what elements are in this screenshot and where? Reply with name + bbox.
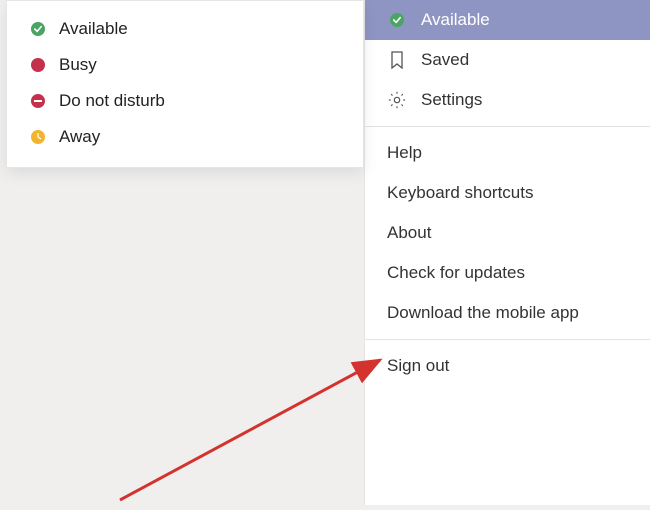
menu-label: Check for updates [387, 263, 525, 283]
menu-label: About [387, 223, 431, 243]
available-icon [387, 10, 407, 30]
presence-status-menu: Available Busy Do not disturb Away [6, 0, 364, 168]
busy-icon [31, 58, 45, 72]
status-option-label: Busy [59, 55, 97, 75]
status-option-dnd[interactable]: Do not disturb [7, 83, 363, 119]
menu-label: Saved [421, 50, 469, 70]
menu-status[interactable]: Available [365, 0, 650, 40]
menu-label: Keyboard shortcuts [387, 183, 533, 203]
menu-about[interactable]: About [365, 213, 650, 253]
menu-label: Settings [421, 90, 482, 110]
away-icon [31, 130, 45, 144]
status-option-available[interactable]: Available [7, 11, 363, 47]
menu-download-mobile[interactable]: Download the mobile app [365, 293, 650, 333]
profile-menu: Available Saved Settings Help Keyboard s… [364, 0, 650, 505]
menu-label: Download the mobile app [387, 303, 579, 323]
status-option-label: Available [59, 19, 128, 39]
dnd-icon [31, 94, 45, 108]
gear-icon [387, 90, 407, 110]
bookmark-icon [387, 50, 407, 70]
menu-check-updates[interactable]: Check for updates [365, 253, 650, 293]
menu-saved[interactable]: Saved [365, 40, 650, 80]
menu-sign-out[interactable]: Sign out [365, 346, 650, 386]
available-icon [31, 22, 45, 36]
menu-label: Available [421, 10, 490, 30]
menu-keyboard-shortcuts[interactable]: Keyboard shortcuts [365, 173, 650, 213]
status-option-busy[interactable]: Busy [7, 47, 363, 83]
menu-help[interactable]: Help [365, 133, 650, 173]
menu-settings[interactable]: Settings [365, 80, 650, 120]
menu-divider [365, 126, 650, 127]
menu-label: Sign out [387, 356, 449, 376]
menu-label: Help [387, 143, 422, 163]
menu-divider [365, 339, 650, 340]
status-option-label: Away [59, 127, 100, 147]
status-option-label: Do not disturb [59, 91, 165, 111]
status-option-away[interactable]: Away [7, 119, 363, 155]
